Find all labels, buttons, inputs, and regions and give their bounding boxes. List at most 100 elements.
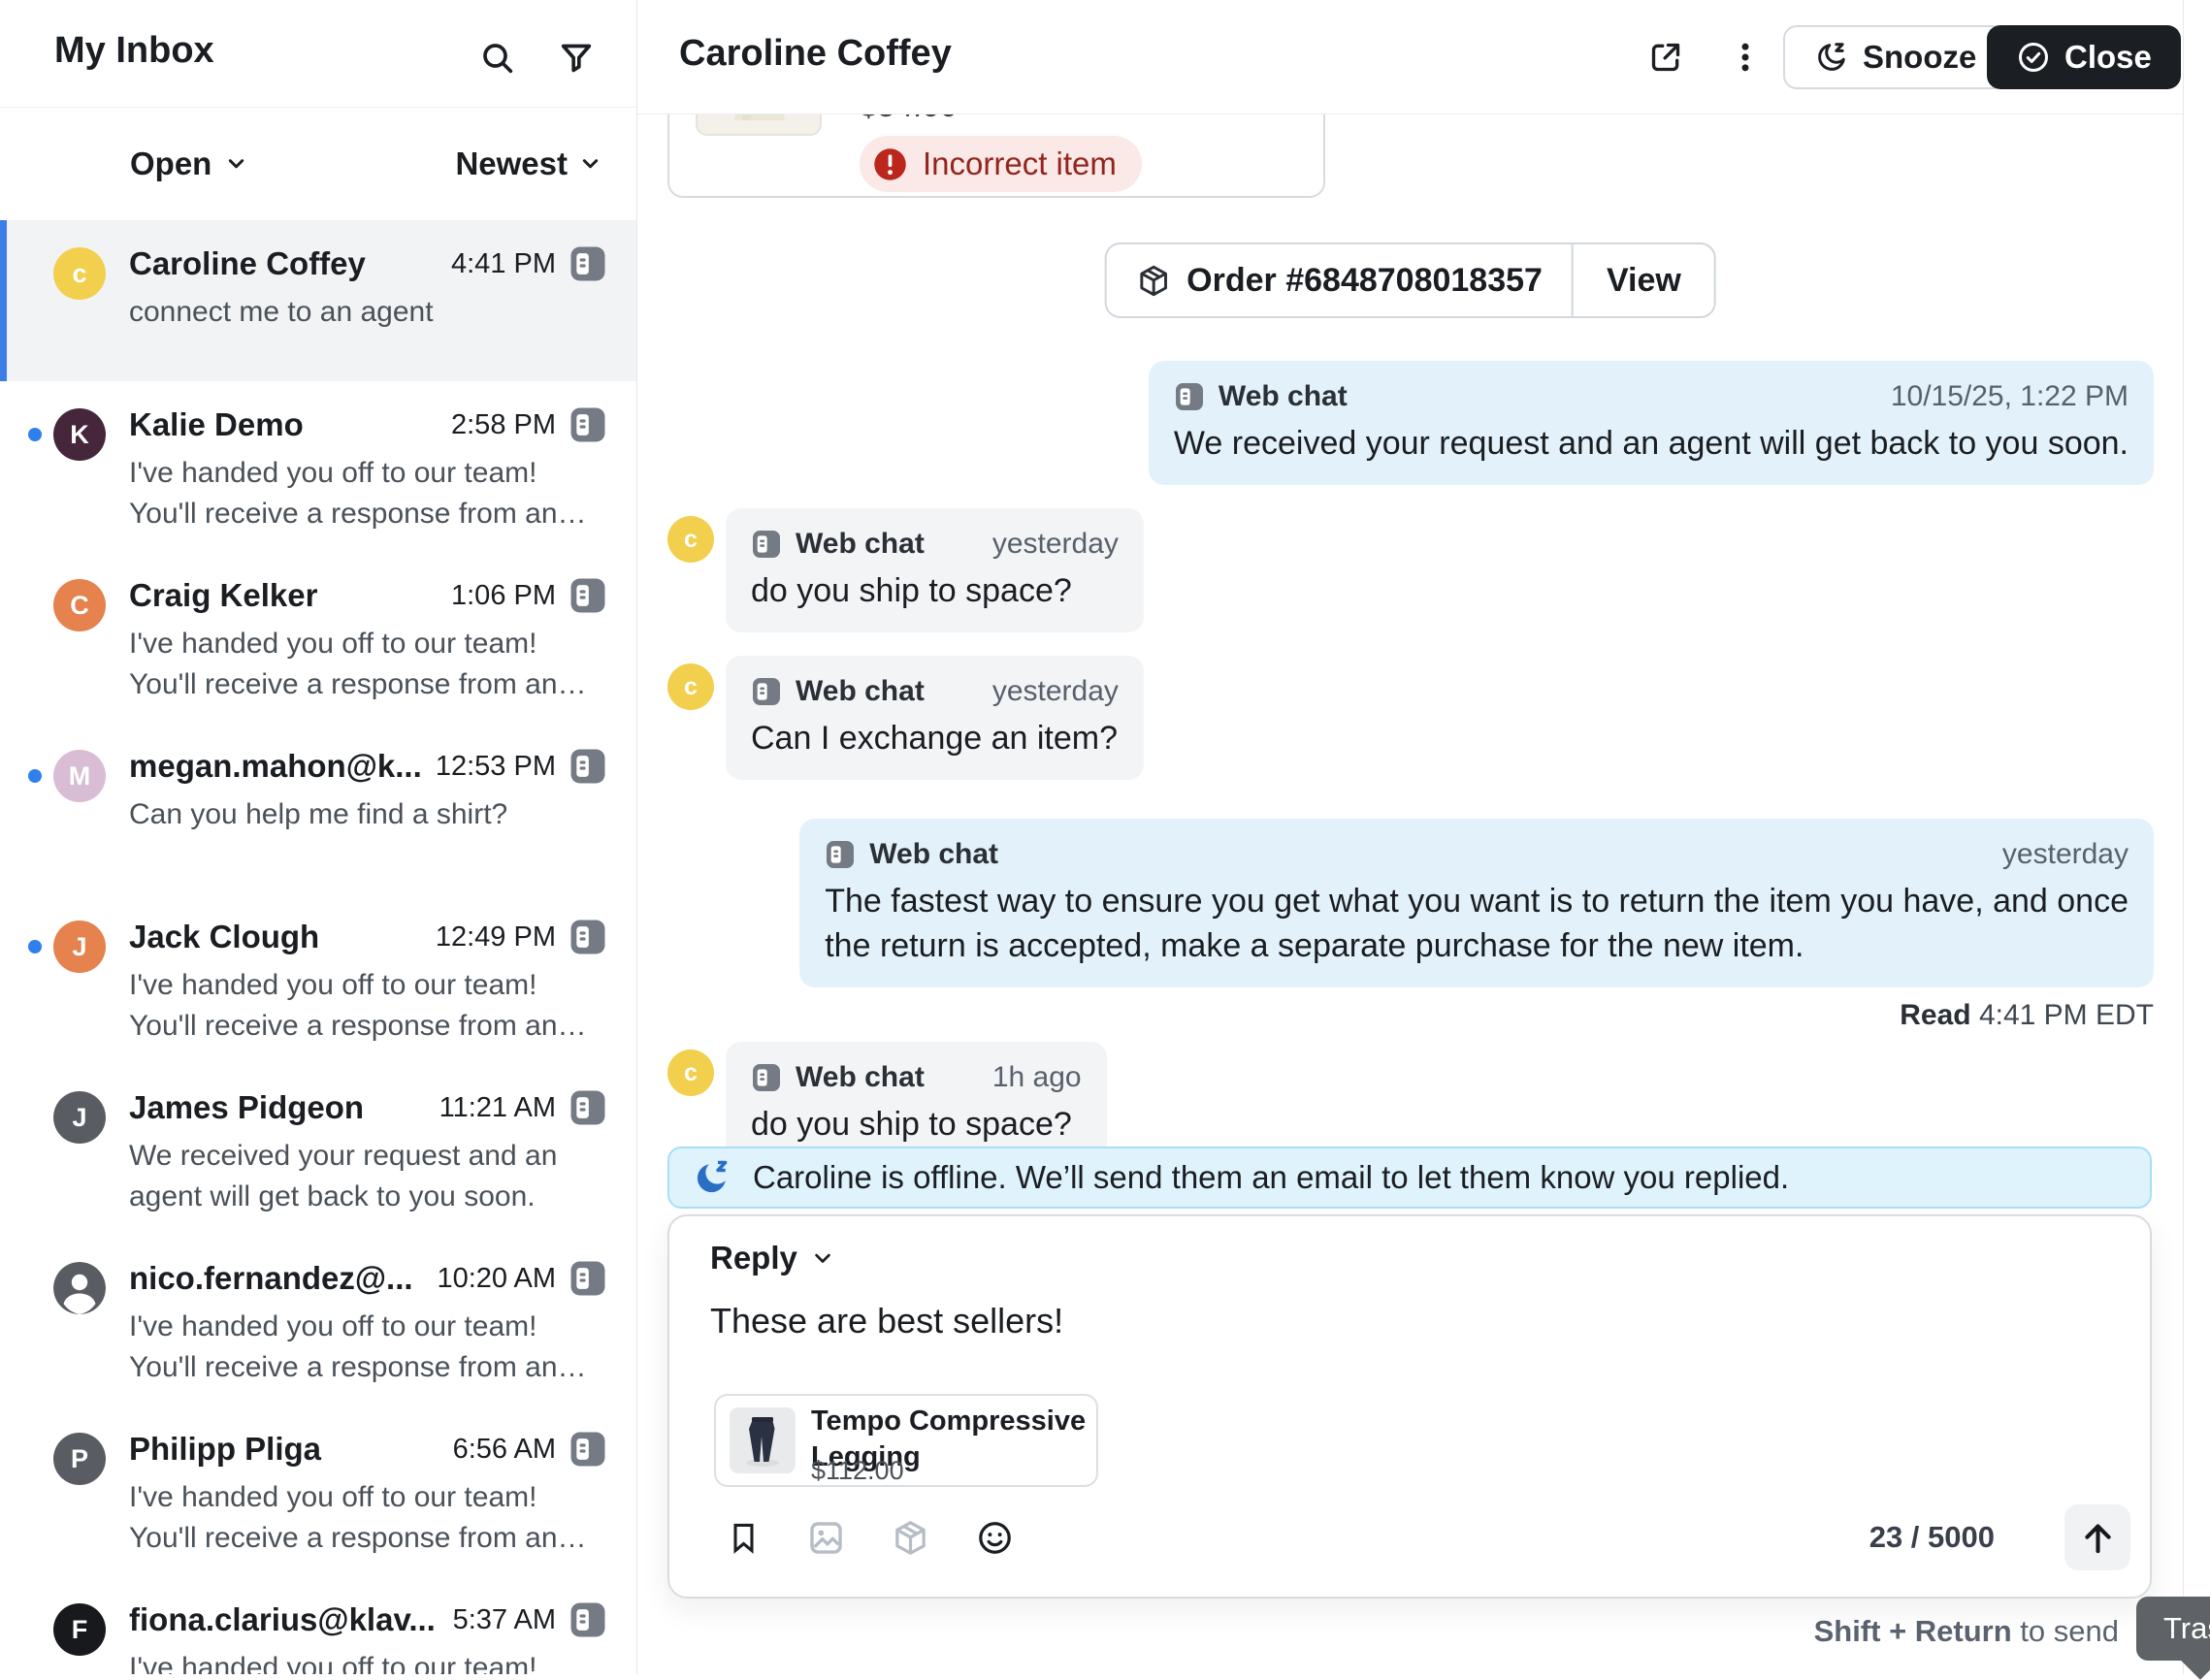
webchat-channel-icon <box>569 1259 607 1298</box>
close-button[interactable]: Close <box>1987 25 2181 89</box>
sort-order-dropdown[interactable]: Newest <box>455 107 603 220</box>
channel-label: Web chat <box>796 675 925 708</box>
webchat-channel-icon <box>569 1600 607 1639</box>
snooze-moon-icon <box>1814 40 1849 75</box>
avatar: c <box>667 663 714 710</box>
channel-label: Web chat <box>796 1061 925 1094</box>
message-time: 1h ago <box>938 1061 1082 1094</box>
attached-product-card[interactable]: Tempo Compressive Legging $112.00 <box>714 1394 1098 1487</box>
avatar: c <box>667 1050 714 1096</box>
conversation-preview: I've handed you off to our team!You'll r… <box>129 965 609 1047</box>
webchat-channel-icon <box>569 405 607 444</box>
alert-icon <box>871 145 909 183</box>
macro-button[interactable] <box>726 1518 762 1558</box>
conversation-time: 12:53 PM <box>436 751 556 783</box>
avatar: J <box>53 921 106 973</box>
snooze-button[interactable]: Snooze <box>1783 25 2007 89</box>
arrow-up-icon <box>2078 1518 2118 1558</box>
order-view-button[interactable]: View <box>1572 244 1714 316</box>
unread-dot <box>28 769 42 783</box>
list-item[interactable]: Mmegan.mahon@k...12:53 PMCan you help me… <box>0 723 636 893</box>
list-item[interactable]: Ffiona.clarius@klav...5:37 AMI've handed… <box>0 1576 636 1674</box>
avatar <box>53 1262 106 1314</box>
filter-button[interactable] <box>555 37 598 80</box>
send-hint: Shift + Return to send <box>1814 1614 2119 1649</box>
list-item[interactable]: KKalie Demo2:58 PMI've handed you off to… <box>0 381 636 552</box>
webchat-channel-icon <box>569 747 607 786</box>
collapsed-side-panel[interactable] <box>2183 0 2210 1674</box>
conversation-preview: connect me to an agent <box>129 292 609 333</box>
read-receipt: Read 4:41 PM EDT <box>637 999 2154 1032</box>
conversation-name: nico.fernandez@... <box>129 1260 437 1297</box>
attach-product-button[interactable] <box>891 1518 930 1558</box>
attached-product-price: $112.00 <box>811 1456 904 1486</box>
webchat-channel-icon <box>751 676 782 707</box>
avatar: J <box>53 1091 106 1144</box>
status-filter-dropdown[interactable]: Open <box>130 107 249 220</box>
external-link-icon <box>1646 38 1685 77</box>
order-chip-link[interactable]: Order #6848708018357 <box>1106 244 1572 316</box>
emoji-button[interactable] <box>975 1518 1015 1558</box>
status-badge: Incorrect item <box>860 136 1142 192</box>
avatar: K <box>53 408 106 461</box>
webchat-channel-icon <box>569 1430 607 1469</box>
conversation-name: fiona.clarius@klav... <box>129 1601 453 1638</box>
channel-label: Web chat <box>1219 380 1348 413</box>
snooze-moon-icon <box>693 1158 731 1197</box>
list-item[interactable]: cCaroline Coffey4:41 PMconnect me to an … <box>0 220 636 381</box>
list-item[interactable]: nico.fernandez@...10:20 AMI've handed yo… <box>0 1235 636 1405</box>
conversation-title: Caroline Coffey <box>679 33 952 75</box>
reply-input[interactable]: These are best sellers! <box>710 1298 2109 1344</box>
conversation-preview: I've handed you off to our team!You'll r… <box>129 1648 609 1674</box>
message-time: yesterday <box>938 675 1119 708</box>
trash-tooltip: Trash <box>2136 1597 2210 1661</box>
list-item[interactable]: CCraig Kelker1:06 PMI've handed you off … <box>0 552 636 723</box>
conversation-time: 1:06 PM <box>451 580 556 612</box>
avatar: M <box>53 750 106 802</box>
close-label: Close <box>2064 39 2152 76</box>
bookmark-icon <box>726 1518 762 1558</box>
message-bubble: Web chat10/15/25, 1:22 PMWe received you… <box>1149 361 2154 485</box>
conversation-preview: I've handed you off to our team!You'll r… <box>129 453 609 534</box>
order-chip-label: Order #6848708018357 <box>1186 262 1543 300</box>
list-item[interactable]: JJack Clough12:49 PMI've handed you off … <box>0 893 636 1064</box>
read-receipt-time: 4:41 PM EDT <box>1979 999 2154 1031</box>
webchat-channel-icon <box>569 244 607 283</box>
emoji-icon <box>975 1518 1015 1558</box>
agent-message: Web chatyesterdayThe fastest way to ensu… <box>799 819 2154 987</box>
message-bubble: Web chat yesterday Can I exchange an item? <box>726 656 1144 780</box>
inbox-panel: My Inbox Open Newest cCaroline Coffey4:4 <box>0 0 637 1674</box>
search-button[interactable] <box>476 37 519 80</box>
conversation-preview: We received your request and anagent wil… <box>129 1136 609 1217</box>
reply-composer: Reply These are best sellers! Tempo Comp… <box>667 1214 2152 1599</box>
attach-image-button[interactable] <box>806 1518 846 1558</box>
message-time: yesterday <box>1948 838 2129 871</box>
reply-mode-dropdown[interactable]: Reply <box>710 1240 836 1276</box>
status-filter-label: Open <box>130 145 211 182</box>
avatar: c <box>53 247 106 300</box>
sort-order-label: Newest <box>455 145 568 182</box>
offline-banner: Caroline is offline. We’ll send them an … <box>667 1147 2152 1209</box>
order-chip: Order #6848708018357 View <box>1104 242 1716 318</box>
message-text: Can I exchange an item? <box>751 716 1119 760</box>
order-view-label: View <box>1607 262 1681 300</box>
conversation-name: Jack Clough <box>129 919 436 955</box>
list-item[interactable]: JJames Pidgeon11:21 AMWe received your r… <box>0 1064 636 1235</box>
agent-message: Web chat10/15/25, 1:22 PMWe received you… <box>1149 361 2154 485</box>
conversation-time: 2:58 PM <box>451 409 556 441</box>
chevron-down-icon <box>809 1244 836 1272</box>
channel-label: Web chat <box>796 528 925 561</box>
customer-message: cWeb chatyesterdaydo you ship to space? <box>667 508 1144 632</box>
webchat-channel-icon <box>751 1062 782 1093</box>
message-bubble: Web chatyesterdaydo you ship to space? <box>726 508 1144 632</box>
webchat-channel-icon <box>569 918 607 956</box>
snooze-label: Snooze <box>1863 39 1976 76</box>
more-options-button[interactable] <box>1724 36 1767 79</box>
list-toolbar: Open Newest <box>0 107 636 221</box>
avatar: C <box>53 579 106 631</box>
conversation-preview: I've handed you off to our team!You'll r… <box>129 1307 609 1388</box>
inbox-header: My Inbox <box>0 0 636 108</box>
list-item[interactable]: PPhilipp Pliga6:56 AMI've handed you off… <box>0 1405 636 1576</box>
open-in-new-button[interactable] <box>1644 36 1687 79</box>
send-button[interactable] <box>2064 1504 2130 1570</box>
